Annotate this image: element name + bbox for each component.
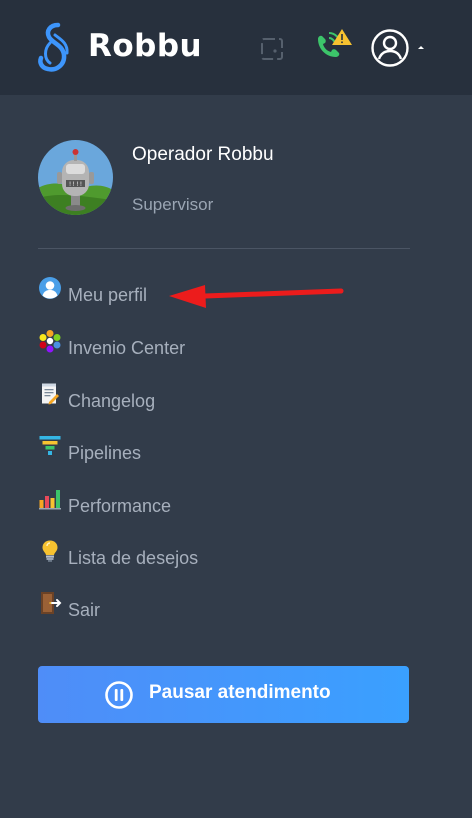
divider [38,248,410,249]
scrollbar-track [462,95,472,818]
pause-icon [105,681,133,709]
menu-item-sair[interactable]: Sair [38,591,338,623]
menu-item-label: Changelog [68,391,156,411]
red-arrow-annotation [169,285,344,308]
avatar: !!!! [38,140,113,215]
user-account-icon[interactable] [370,28,410,68]
phone-warning-icon[interactable] [312,27,354,63]
grid-icon [39,330,61,353]
funnel-icon [39,436,61,455]
lightbulb-icon [42,540,58,562]
menu-item-lista-de-desejos[interactable]: Lista de desejos [38,539,338,571]
pause-attendance-button[interactable]: Pausar atendimento [38,666,409,723]
menu-item-performance[interactable]: Performance [38,487,338,519]
chevron-down-icon[interactable] [416,45,426,51]
menu-item-label: Pipelines [68,443,142,463]
pause-button-label: Pausar atendimento [149,682,331,703]
menu-item-label: Performance [68,496,172,516]
top-bar: Robbu [0,0,472,95]
menu-item-label: Sair [68,600,101,620]
profile-role: Supervisor [132,195,214,214]
user-icon [39,277,61,299]
brand-name: Robbu [88,28,203,64]
document-icon [42,383,59,405]
menu-item-invenio-center[interactable]: Invenio Center [38,329,338,361]
menu-item-changelog[interactable]: Changelog [38,382,338,414]
svg-text:!!!!: !!!! [68,181,82,188]
menu-item-pipelines[interactable]: Pipelines [38,434,338,466]
door-status-icon[interactable] [260,37,284,61]
profile-name: Operador Robbu [132,144,274,165]
menu-item-label: Lista de desejos [68,548,199,568]
menu-item-label: Invenio Center [68,338,186,358]
menu-item-label: Meu perfil [68,285,148,305]
robot-avatar-icon: !!!! [38,140,113,215]
exit-door-icon [41,592,62,614]
robbu-logo-icon [38,22,69,72]
bar-chart-icon [39,490,61,510]
